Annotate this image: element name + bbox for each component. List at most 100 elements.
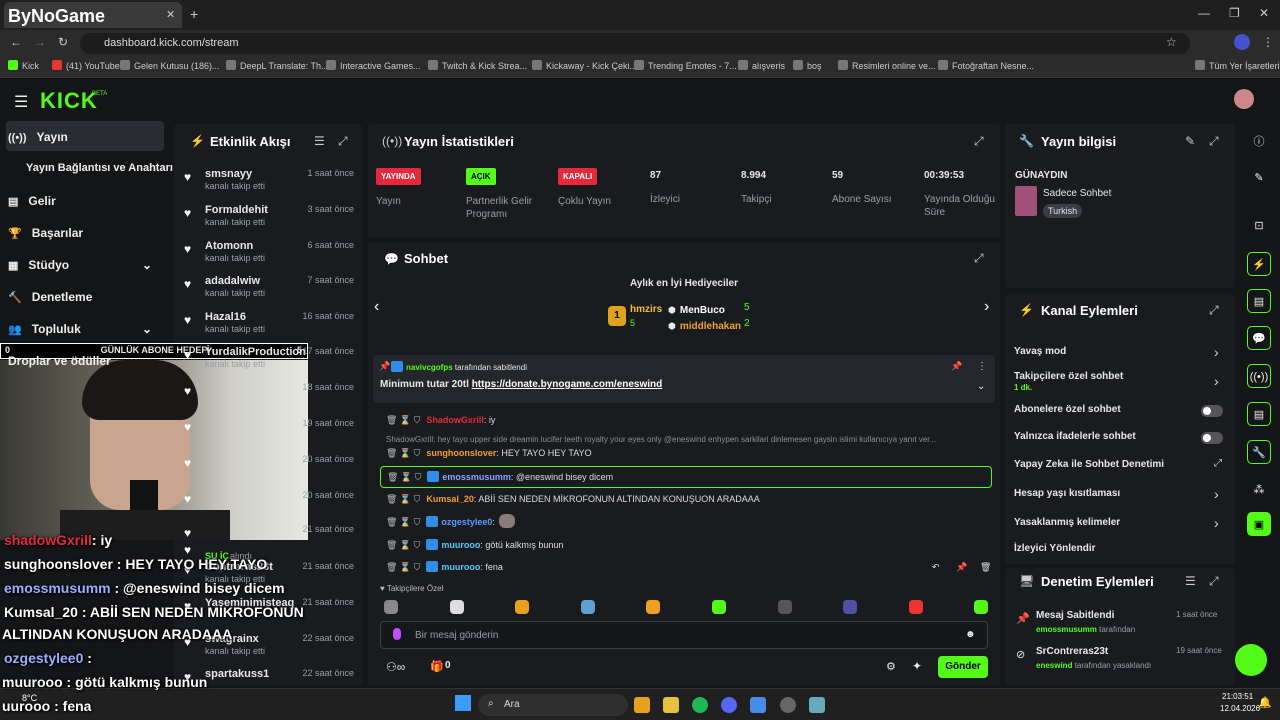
chat-icon[interactable]: 💬 (1247, 326, 1271, 350)
broadcast-icon[interactable]: ((•)) (1247, 364, 1271, 388)
kick-logo[interactable]: KICK (40, 88, 98, 114)
chat-message[interactable]: 🗑 ⌛ ⛉ muurooo: fena ↶ 📌 🗑 (380, 557, 992, 577)
edit-icon[interactable]: ✎ (1185, 134, 1195, 148)
sidebar-item[interactable]: ▦ Stüdyo ⌄ (8, 258, 152, 272)
chrome-icon[interactable] (634, 697, 650, 713)
capture-icon[interactable]: ⊡ (1247, 214, 1271, 238)
notification-icon[interactable]: 🔔 (1258, 696, 1272, 709)
emote-icon[interactable] (843, 600, 858, 614)
stream-category[interactable]: Sadece Sohbet (1043, 188, 1111, 199)
maximize-icon[interactable]: ❐ (1229, 6, 1240, 20)
channel-action-label[interactable]: İzleyici Yönlendir (1014, 543, 1096, 554)
flash-icon[interactable]: ⚡ (1247, 252, 1271, 276)
mod-tools-icons[interactable]: 🗑 ⌛ ⛉ (386, 494, 420, 504)
unpin-icon[interactable]: 📌 (951, 361, 962, 372)
emote-icon[interactable] (712, 600, 726, 614)
chat-input[interactable]: Bir mesaj gönderin ☻ (380, 621, 988, 649)
mod-tools-icons[interactable]: 🗑 ⌛ ⛉ (386, 415, 420, 425)
info-icon[interactable]: ⓘ (1247, 130, 1271, 154)
emote-icon[interactable] (646, 600, 661, 614)
bookmark-item[interactable]: Trending Emotes - 7... (634, 60, 737, 71)
emote-icon[interactable] (384, 600, 398, 614)
activity-item[interactable]: ♥ Formaldehit kanalı takip etti 3 saat önce (182, 204, 358, 234)
bookmark-item[interactable]: Gelen Kutusu (186)... (120, 60, 220, 71)
chat-username[interactable]: emossmusumm (442, 472, 511, 482)
mod-tools-icons[interactable]: 🗑 ⌛ ⛉ (386, 448, 420, 458)
layout-icon[interactable]: ▤ (1247, 402, 1271, 426)
next-arrow-icon[interactable]: › (984, 298, 989, 316)
game-icon[interactable]: ▣ (1247, 512, 1271, 536)
chat-username[interactable]: muurooo (441, 562, 480, 572)
emote-icon[interactable] (515, 600, 530, 614)
taskbar-search[interactable]: ⌕ Ara (478, 694, 628, 716)
document-icon[interactable]: ▤ (1247, 289, 1271, 313)
toggle-switch[interactable] (1201, 432, 1223, 444)
pinned-message[interactable]: 📌 navivcgofps tarafından sabitlendi Mini… (373, 355, 995, 403)
prev-arrow-icon[interactable]: ‹ (374, 298, 379, 316)
channel-action-label[interactable]: Yasaklanmış kelimeler (1014, 517, 1120, 528)
back-icon[interactable]: ← (10, 35, 22, 49)
mod-action-user[interactable]: eneswind (1036, 661, 1072, 670)
popout-icon[interactable]: ⤢ (338, 134, 348, 149)
settings-icon[interactable]: ⚙ (886, 660, 896, 673)
reply-icon[interactable]: ↶ (932, 557, 940, 577)
minimize-icon[interactable]: — (1198, 6, 1210, 20)
chat-username[interactable]: ozgestylee0 (441, 517, 492, 527)
bookmark-star-icon[interactable]: ☆ (1166, 35, 1177, 49)
chevron-down-icon[interactable]: ⌄ (142, 322, 152, 336)
chat-message[interactable]: 🗑 ⌛ ⛉ emossmusumm: @eneswind bisey dicem (380, 466, 992, 488)
gift-icon[interactable]: 🎁 (430, 660, 444, 673)
collapse-chevron-icon[interactable]: ⌄ (977, 381, 985, 392)
channel-action-label[interactable]: Abonelere özel sohbet (1014, 404, 1121, 415)
activity-item[interactable]: ♥ 19 saat önce (182, 418, 358, 448)
emote-icon[interactable] (777, 600, 792, 614)
chat-username[interactable]: Kumsal_20 (426, 494, 474, 504)
chevron-right-icon[interactable]: › (1214, 373, 1219, 389)
pinned-menu-icon[interactable]: ⋮ (977, 361, 987, 372)
activity-item[interactable]: ♥ smsnayy kanalı takip etti 1 saat önce (182, 168, 358, 198)
app-icon[interactable] (809, 697, 825, 713)
channel-action-label[interactable]: Yavaş mod (1014, 346, 1066, 357)
activity-item[interactable]: ♥ 20 saat önce (182, 490, 358, 520)
bookmark-item[interactable]: Tüm Yer İşaretleri (1195, 60, 1280, 71)
bookmark-item[interactable]: (41) YouTube (52, 60, 120, 71)
channel-action-label[interactable]: Yapay Zeka ile Sohbet Denetimi (1014, 459, 1164, 470)
edit-icon[interactable]: ✎ (1247, 166, 1271, 190)
activity-item[interactable]: ♥ spartakuss1 22 saat önce (182, 668, 358, 698)
windows-start-icon[interactable] (455, 695, 471, 711)
reload-icon[interactable]: ↻ (58, 35, 68, 49)
channel-action-label[interactable]: Takipçilere özel sohbet (1014, 371, 1123, 382)
chat-username[interactable]: sunghoonslover (426, 448, 496, 458)
user-avatar[interactable] (1234, 89, 1254, 109)
pinned-link[interactable]: https://donate.bynogame.com/eneswind (472, 379, 663, 390)
mod-action-user[interactable]: emossmusumm (1036, 625, 1097, 634)
bookmark-item[interactable]: Twitch & Kick Strea... (428, 60, 527, 71)
emote-icon[interactable] (580, 600, 595, 614)
bookmark-item[interactable]: Resimleri online ve... (838, 60, 936, 71)
mod-tools-icons[interactable]: 🗑 ⌛ ⛉ (387, 472, 421, 482)
mod-tools-icons[interactable]: 🗑 ⌛ ⛉ (386, 540, 420, 550)
chevron-right-icon[interactable]: › (1214, 515, 1219, 531)
stats-popout-icon[interactable]: ⤢ (974, 134, 984, 149)
chat-username[interactable]: muurooo (441, 540, 480, 550)
activity-item[interactable]: ♥ Hazal16 kanalı takip etti 16 saat önce (182, 311, 358, 341)
activity-item[interactable]: ♥ 18 saat önce (182, 382, 358, 412)
pin-message-icon[interactable]: 📌 (956, 557, 967, 577)
send-button[interactable]: Gönder (938, 656, 988, 678)
mod-popout-icon[interactable]: ⤢ (1209, 574, 1219, 589)
mod-tools-icons[interactable]: 🗑 ⌛ ⛉ (386, 517, 420, 527)
bookmark-item[interactable]: Kickaway - Kick Çeki... (532, 60, 637, 71)
filter-icon[interactable]: ☰ (314, 134, 325, 148)
profile-avatar[interactable] (1234, 34, 1250, 50)
activity-item[interactable]: ♥ adadalwiw kanalı takip etti 7 saat önce (182, 275, 358, 305)
activity-item[interactable]: ♥ 20 saat önce (182, 454, 358, 484)
sidebar-item[interactable]: ▤ Gelir (8, 194, 56, 208)
bookmark-item[interactable]: alışveris (738, 60, 785, 71)
discord-icon[interactable] (721, 697, 737, 713)
external-link-icon[interactable]: ⤢ (1214, 458, 1222, 469)
sidebar-item[interactable]: 🔨 Denetleme (8, 290, 92, 304)
activity-item[interactable]: ♥ Atomonn kanalı takip etti 6 saat önce (182, 240, 358, 270)
mod-tools-icon[interactable]: ✦ (912, 659, 922, 673)
sidebar-item[interactable]: ((•)) Yayın (8, 130, 68, 144)
apps-icon[interactable]: ⁂ (1247, 478, 1271, 502)
